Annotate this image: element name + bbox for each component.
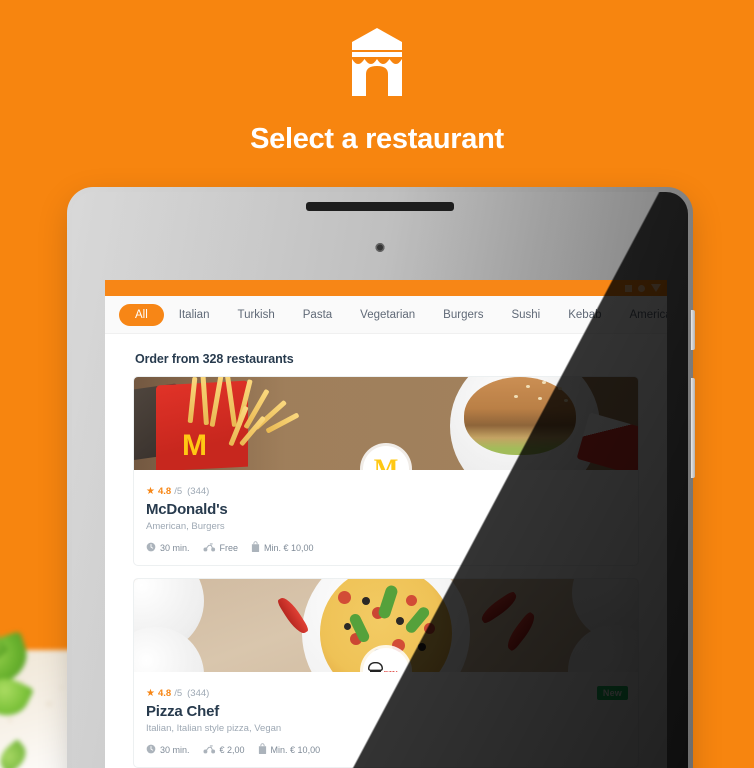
restaurant-list: Order from 328 restaurants M M ★ 4.8 /5 … (105, 334, 667, 768)
storefront-icon (344, 26, 410, 98)
clock-icon (146, 542, 156, 554)
rating-value: 4.8 (157, 486, 172, 497)
tab-american[interactable]: American (617, 304, 668, 326)
rating-count: (344) (187, 486, 210, 497)
volume-button[interactable] (691, 310, 695, 350)
mcdonalds-arches-logo: M (373, 454, 399, 471)
rating-row: ★ 4.8 /5 (344) (146, 486, 626, 497)
star-icon: ★ (146, 485, 155, 497)
tab-all[interactable]: All (119, 303, 164, 326)
bag-icon (251, 541, 260, 554)
restaurant-info: New ★ 4.8 /5 (344) Pizza Chef Italian, I… (134, 672, 638, 767)
restaurant-meta: 30 min. Free Min. € 10,00 (146, 541, 626, 554)
restaurant-info: ★ 4.8 /5 (344) McDonald's American, Burg… (134, 470, 638, 565)
speaker-slot (306, 202, 454, 211)
tab-kebab[interactable]: Kebab (555, 304, 614, 326)
delivery-fee-label: € 2,00 (219, 744, 245, 755)
clock-icon (146, 744, 156, 756)
rating-max: /5 (174, 486, 183, 497)
status-badge: New (596, 686, 628, 700)
delivery-time-label: 30 min. (160, 744, 190, 755)
mcdonalds-arches-watermark: M (182, 429, 207, 462)
tablet-device: All Italian Turkish Pasta Vegetarian Bur… (67, 187, 695, 768)
page-title: Select a restaurant (250, 123, 504, 155)
status-bar (105, 280, 667, 296)
star-icon: ★ (146, 687, 155, 699)
logo-text-pizza: PIZZA (384, 670, 399, 672)
minimum-order: Min. € 10,00 (258, 743, 321, 756)
page-header: Select a restaurant (0, 0, 754, 156)
tab-italian[interactable]: Italian (166, 304, 223, 326)
tab-turkish[interactable]: Turkish (224, 304, 287, 326)
pizza-chef-logo: PIZZA CHEF (367, 660, 405, 672)
square-icon (625, 284, 632, 292)
tab-sushi[interactable]: Sushi (498, 304, 553, 326)
circle-icon (638, 284, 645, 292)
tab-vegetarian[interactable]: Vegetarian (347, 304, 428, 326)
category-tab-bar[interactable]: All Italian Turkish Pasta Vegetarian Bur… (105, 296, 667, 334)
restaurant-categories: American, Burgers (146, 521, 225, 532)
minimum-order-label: Min. € 10,00 (264, 542, 314, 553)
delivery-fee-label: Free (219, 542, 239, 553)
restaurant-card[interactable]: PIZZA CHEF New ★ 4.8 /5 (344) Pizza C (133, 578, 639, 768)
triangle-down-icon (651, 284, 661, 292)
power-button[interactable] (691, 378, 695, 478)
tab-burgers[interactable]: Burgers (430, 304, 496, 326)
rating-value: 4.8 (157, 688, 172, 699)
rating-row: ★ 4.8 /5 (344) (146, 688, 626, 699)
tablet-screen: All Italian Turkish Pasta Vegetarian Bur… (105, 280, 667, 768)
delivery-time-label: 30 min. (160, 542, 190, 553)
rating-count: (344) (187, 688, 210, 699)
delivery-fee: € 2,00 (203, 744, 245, 756)
restaurant-categories: Italian, Italian style pizza, Vegan (146, 723, 282, 734)
delivery-fee: Free (203, 542, 239, 554)
list-title: Order from 328 restaurants (135, 352, 294, 366)
chef-hat-icon (367, 662, 384, 672)
scooter-icon (203, 542, 216, 554)
restaurant-name: Pizza Chef (146, 703, 220, 720)
scooter-icon (203, 744, 216, 756)
restaurant-name: McDonald's (146, 501, 228, 518)
restaurant-meta: 30 min. € 2,00 Min. € 10,00 (146, 743, 626, 756)
restaurant-hero-image: PIZZA CHEF (134, 579, 638, 672)
bag-icon (258, 743, 267, 756)
delivery-time: 30 min. (146, 542, 190, 554)
minimum-order: Min. € 10,00 (251, 541, 314, 554)
restaurant-card[interactable]: M M ★ 4.8 /5 (344) McDonald's American, … (133, 376, 639, 566)
restaurant-hero-image: M M (134, 377, 638, 470)
minimum-order-label: Min. € 10,00 (270, 744, 321, 755)
tab-pasta[interactable]: Pasta (290, 304, 345, 326)
rating-max: /5 (174, 688, 183, 699)
front-camera-icon (375, 243, 385, 252)
delivery-time: 30 min. (146, 744, 190, 756)
